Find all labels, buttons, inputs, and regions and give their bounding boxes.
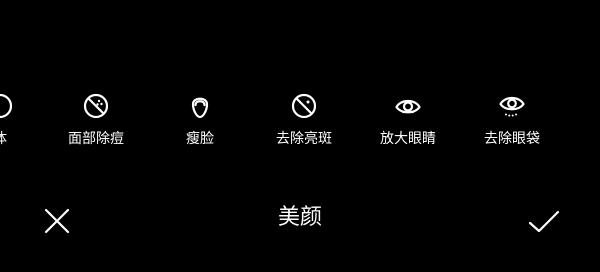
- tool-label: 去除亮斑: [276, 131, 332, 147]
- tool-item-acne-removal[interactable]: 面部除痘: [56, 92, 136, 152]
- tool-item-face-slim[interactable]: 瘦脸: [160, 92, 240, 152]
- tool-label: 放大眼睛: [380, 131, 436, 147]
- body-icon: [0, 92, 14, 120]
- tool-label: 体: [0, 130, 40, 148]
- bottom-bar: 美颜: [0, 196, 600, 244]
- face-slim-icon: [186, 92, 214, 120]
- tool-item-eye-enlarge[interactable]: 放大眼睛: [368, 92, 448, 152]
- tool-label: 去除眼袋: [484, 131, 540, 147]
- checkmark-icon: [528, 210, 560, 233]
- tool-label: 面部除痘: [68, 131, 124, 147]
- tool-item-next[interactable]: [576, 92, 600, 152]
- page-title: 美颜: [277, 205, 322, 230]
- eye-bag-removal-icon: [498, 92, 526, 120]
- eye-enlarge-icon: [394, 92, 422, 120]
- tool-item-spot-removal[interactable]: 去除亮斑: [264, 92, 344, 152]
- acne-removal-icon: [82, 92, 110, 120]
- beauty-tool-strip: 体 面部除痘 瘦脸: [0, 92, 600, 152]
- tool-label: 瘦脸: [186, 131, 214, 147]
- spot-removal-icon: [290, 92, 318, 120]
- confirm-button[interactable]: [525, 204, 563, 238]
- tool-item-eye-bag-removal[interactable]: 去除眼袋: [472, 92, 552, 152]
- tool-item-body[interactable]: 体: [0, 92, 40, 152]
